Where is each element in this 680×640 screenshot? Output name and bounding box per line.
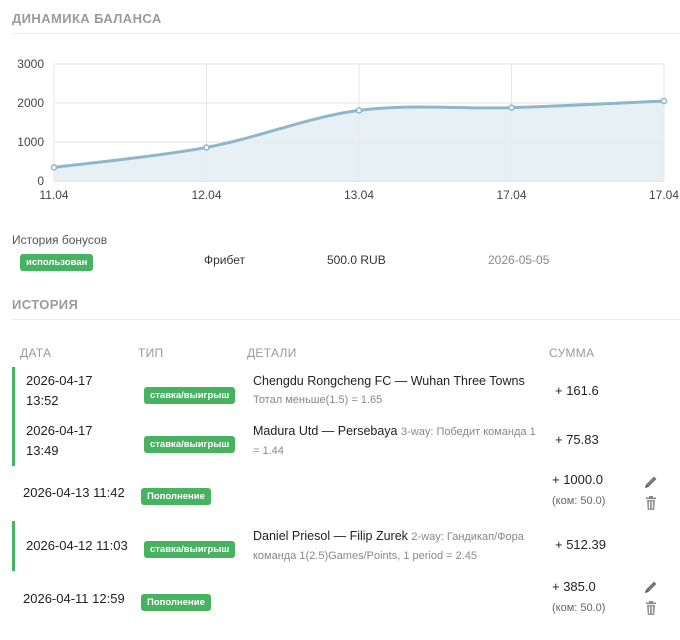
row-amount: + 385.0 (ком: 50.0) (552, 577, 605, 618)
row-amount-value: + 1000.0 (552, 472, 603, 487)
history-title-rule (12, 319, 680, 320)
row-date: 2026-04-12 11:03 (26, 538, 128, 553)
column-header-details: ДЕТАЛИ (247, 346, 297, 360)
pencil-icon[interactable] (643, 579, 659, 595)
x-tick-label: 13.04 (344, 188, 374, 202)
row-type-badge: ставка/выигрыш (144, 436, 236, 453)
row-type-badge: Пополнение (141, 488, 211, 505)
history-title: ИСТОРИЯ (12, 297, 79, 312)
row-type-badge: ставка/выигрыш (144, 387, 236, 404)
row-amount: + 512.39 (555, 537, 606, 552)
y-tick-label: 0 (37, 174, 44, 188)
row-event: Daniel Priesol — Filip Zurek (253, 529, 408, 543)
row-event: Madura Utd — Persebaya (253, 424, 398, 438)
pencil-icon[interactable] (643, 474, 659, 490)
row-type-badge: Пополнение (141, 594, 211, 611)
row-amount-value: + 385.0 (552, 579, 596, 594)
balance-chart: 0 1000 2000 3000 11.04 12.04 13.04 17.04 17.04 (17, 57, 679, 202)
x-tick-label: 17.04 (649, 188, 679, 202)
bonus-history-title: История бонусов (12, 233, 108, 247)
row-date: 2026-04-13 11:42 (23, 485, 125, 500)
bonus-date: 2026-05-05 (488, 253, 550, 267)
x-tick-label: 17.04 (496, 188, 526, 202)
row-type-badge: ставка/выигрыш (144, 541, 236, 558)
row-date: 2026-04-17 13:52 (26, 373, 93, 408)
column-header-type: ТИП (138, 346, 164, 360)
balance-point (355, 107, 363, 114)
column-header-sum: СУММА (549, 346, 595, 360)
y-tick-label: 2000 (17, 96, 44, 110)
trash-icon[interactable] (643, 600, 659, 616)
row-details: Madura Utd — Persebaya 3-way: Победит ко… (253, 422, 543, 460)
row-date: 2026-04-11 12:59 (23, 591, 125, 606)
row-date: 2026-04-17 13:49 (26, 423, 93, 458)
row-amount: + 161.6 (555, 383, 599, 398)
row-amount: + 1000.0 (ком: 50.0) (552, 470, 605, 511)
column-header-date: ДАТА (20, 346, 52, 360)
history-row: 2026-04-17 13:52 ставка/выигрыш Chengdu … (12, 367, 680, 417)
x-tick-label: 12.04 (191, 188, 221, 202)
trash-icon[interactable] (643, 495, 659, 511)
row-bet: Тотал меньше(1.5) = 1.65 (253, 394, 383, 406)
balance-point (50, 164, 58, 171)
history-row: 2026-04-12 11:03 ставка/выигрыш Daniel P… (12, 521, 680, 571)
row-fee: (ком: 50.0) (552, 602, 606, 614)
balance-point (660, 97, 668, 105)
x-tick-label: 11.04 (39, 188, 68, 202)
y-tick-label: 1000 (17, 135, 44, 149)
history-row: 2026-04-13 11:42 Пополнение + 1000.0 (ко… (12, 470, 680, 518)
row-event: Chengdu Rongcheng FC — Wuhan Three Towns (253, 374, 525, 388)
balance-point (508, 104, 515, 111)
bonus-type: Фрибет (204, 253, 246, 267)
balance-point (203, 144, 210, 151)
row-details: Chengdu Rongcheng FC — Wuhan Three Towns… (253, 372, 543, 409)
row-details: Daniel Priesol — Filip Zurek 2-way: Ганд… (253, 527, 543, 565)
row-fee: (ком: 50.0) (552, 495, 606, 507)
balance-title: ДИНАМИКА БАЛАНСА (12, 11, 162, 26)
bonus-status-badge: использован (20, 254, 94, 271)
balance-title-rule (12, 33, 680, 34)
bonus-amount: 500.0 RUB (327, 253, 386, 267)
y-tick-label: 3000 (17, 57, 44, 71)
history-row: 2026-04-17 13:49 ставка/выигрыш Madura U… (12, 417, 680, 466)
row-amount: + 75.83 (555, 432, 599, 447)
history-row: 2026-04-11 12:59 Пополнение + 385.0 (ком… (12, 577, 680, 625)
